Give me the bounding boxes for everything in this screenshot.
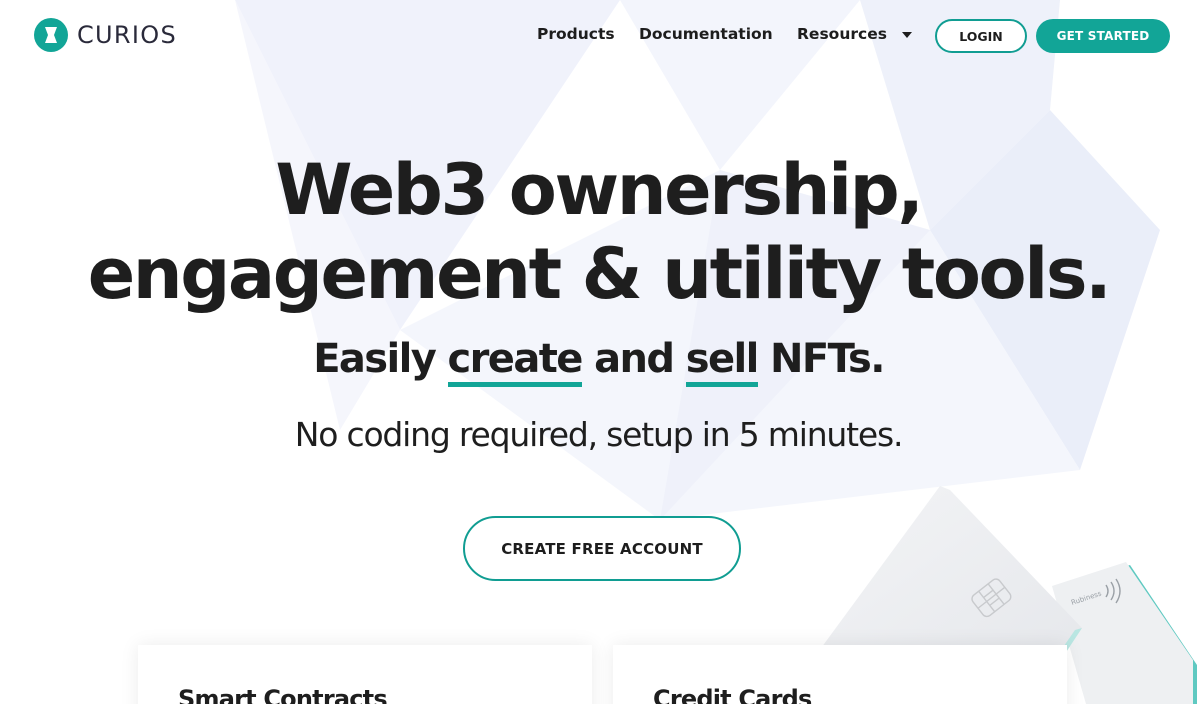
hero-sub-text2: and	[581, 336, 686, 382]
hero-sub-sell: sell	[685, 336, 759, 387]
nav-documentation[interactable]: Documentation	[639, 25, 773, 43]
hero-title-line1: Web3 ownership,	[275, 149, 924, 231]
hero-tagline: No coding required, setup in 5 minutes.	[294, 415, 904, 454]
hero-title-line2: engagement & utility tools.	[87, 233, 1112, 315]
get-started-button[interactable]: GET STARTED	[1036, 19, 1170, 53]
hero-sub-create: create	[447, 336, 583, 387]
nav-products[interactable]: Products	[537, 25, 615, 43]
hero-subtitle: Easily create and sell NFTs.	[0, 336, 1197, 387]
hero-sub-text3: NFTs.	[757, 336, 885, 382]
feature-card-title: Credit Cards	[653, 685, 812, 704]
hero-title: Web3 ownership, engagement & utility too…	[0, 148, 1197, 316]
login-button[interactable]: LOGIN	[935, 19, 1027, 53]
nav-resources[interactable]: Resources	[797, 25, 887, 43]
main-nav: Products Documentation Resources LOGIN G…	[0, 0, 1197, 72]
resources-dropdown-caret-icon[interactable]	[902, 32, 912, 38]
create-free-account-button[interactable]: CREATE FREE ACCOUNT	[463, 516, 741, 581]
hero-sub-text1: Easily	[313, 336, 448, 382]
feature-card-credit-cards[interactable]: Credit Cards	[613, 645, 1067, 704]
feature-card-title: Smart Contracts	[178, 685, 388, 704]
feature-card-smart-contracts[interactable]: Smart Contracts	[138, 645, 592, 704]
